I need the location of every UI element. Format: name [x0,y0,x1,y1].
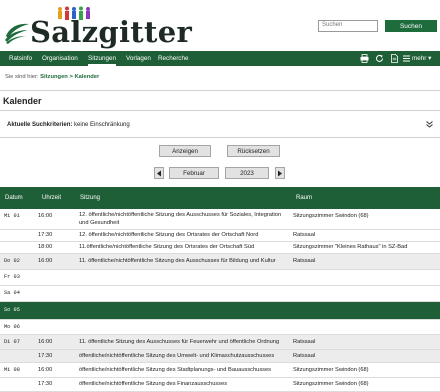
show-button[interactable]: Anzeigen [159,145,211,157]
double-chevron-down-icon[interactable] [425,120,434,129]
nav-item-vorlagen[interactable]: Vorlagen [126,51,151,66]
row-subject[interactable]: 12. öffentliche/nichtöffentliche Sitzung… [79,212,284,227]
breadcrumb-separator: > [69,74,73,80]
row-time: 17:30 [38,353,53,359]
criteria-label: Aktuelle Suchkriterien: [7,122,73,128]
row-day: So 05 [4,307,20,313]
table-row[interactable]: 18:00 11.öffentliche/nichtöffentliche Si… [0,242,440,254]
row-day: Mi 08 [4,367,20,373]
table-row[interactable]: 17:30 öffentliche/nichtöffentliche Sitzu… [0,350,440,363]
year-select[interactable]: 2023 [225,167,269,179]
divider [0,137,440,138]
row-subject[interactable]: öffentliche/nichtöffentliche Sitzung des… [79,381,284,389]
column-header-sitzung[interactable]: Sitzung [80,195,100,201]
search-criteria: Aktuelle Suchkriterien: keine Einschränk… [7,122,130,128]
nav-item-sitzungen[interactable]: Sitzungen [88,51,117,66]
row-room: Sitzungszimmer Swindon (68) [293,381,369,387]
column-header-datum[interactable]: Datum [5,195,23,201]
row-room: Sitzungszimmer Swindon (68) [293,213,369,219]
row-time: 18:00 [38,244,53,250]
row-day: Fr 03 [4,274,20,280]
main-nav: Ratsinfo Organisation Sitzungen Vorlagen… [0,51,440,66]
row-subject[interactable]: öffentliche/nichtöffentliche Sitzung des… [79,367,284,375]
document-icon[interactable] [390,54,399,63]
table-row[interactable]: Di 07 16:00 11. öffentliche Sitzung des … [0,335,440,350]
site-logo-text[interactable]: Salzgitter [30,17,192,47]
row-day: Mi 01 [4,213,20,219]
row-room: Sitzungszimmer Swindon (68) [293,367,369,373]
search-input[interactable]: Suchen [318,20,378,32]
nav-more[interactable]: mehr ▾ [412,51,431,66]
column-header-uhrzeit[interactable]: Uhrzeit [42,195,61,201]
reset-button[interactable]: Rücksetzen [227,145,280,157]
row-day: Di 07 [4,339,20,345]
table-row[interactable]: Mi 01 16:00 12. öffentliche/nichtöffentl… [0,209,440,230]
refresh-icon[interactable] [375,54,384,63]
nav-item-organisation[interactable]: Organisation [42,51,78,66]
arrow-right-icon [278,170,282,176]
row-time: 16:00 [38,367,53,373]
breadcrumb-prefix: Sie sind hier: [5,74,39,80]
row-subject[interactable]: 11. öffentliche/nichtöffentliche Sitzung… [79,258,284,266]
criteria-value: keine Einschränkung [74,122,130,128]
row-time: 16:00 [38,339,53,345]
breadcrumb: Sie sind hier: Sitzungen > Kalender [5,74,99,80]
nav-item-recherche[interactable]: Recherche [158,51,188,66]
table-header: Datum Uhrzeit Sitzung Raum [0,187,440,209]
table-row: Mo 06 [0,320,440,335]
row-time: 17:30 [38,381,53,387]
menu-icon[interactable] [402,54,411,63]
page-title: Kalender [3,96,42,106]
divider [0,90,440,91]
row-day: Do 02 [4,258,20,264]
nav-item-ratsinfo[interactable]: Ratsinfo [9,51,32,66]
table-row[interactable]: 17:30 öffentliche/nichtöffentliche Sitzu… [0,378,440,392]
divider [0,110,440,111]
row-subject[interactable]: 11. öffentliche Sitzung des Ausschusses … [79,339,284,347]
site-header: Salzgitter Suchen Suchen [0,0,440,50]
row-room: Ratssaal [293,258,316,264]
table-row: Fr 03 [0,270,440,286]
row-room: Ratssaal [293,353,316,359]
search-button[interactable]: Suchen [385,20,437,32]
column-header-raum[interactable]: Raum [296,195,312,201]
month-select[interactable]: Februar [169,167,219,179]
logo-leaf-icon [5,23,29,44]
nav-more-label: mehr [412,55,427,62]
row-time: 16:00 [38,213,53,219]
row-room: Ratssaal [293,339,316,345]
row-day: Mo 06 [4,324,20,330]
prev-month-button[interactable] [154,167,164,179]
row-room: Sitzungszimmer "Kleines Rathaus" in SZ-B… [293,244,408,250]
table-row[interactable]: Do 02 16:00 11. öffentliche/nichtöffentl… [0,254,440,270]
next-month-button[interactable] [275,167,285,179]
breadcrumb-link-sitzungen[interactable]: Sitzungen [40,74,68,80]
chevron-down-icon: ▾ [428,55,432,62]
print-icon[interactable] [360,54,369,63]
table-row[interactable]: 17:30 12. öffentliche/nichtöffentliche S… [0,230,440,242]
row-time: 16:00 [38,258,53,264]
row-time: 17:30 [38,232,53,238]
row-subject[interactable]: 12. öffentliche/nichtöffentliche Sitzung… [79,232,284,240]
row-subject[interactable]: 11.öffentliche/nichtöffentliche Sitzung … [79,244,284,252]
row-day: Sa 04 [4,290,20,296]
table-row: Sa 04 [0,286,440,302]
arrow-left-icon [157,170,161,176]
table-row: So 05 [0,302,440,320]
row-subject[interactable]: öffentliche/nichtöffentliche Sitzung des… [79,353,284,361]
table-row[interactable]: Mi 08 16:00 öffentliche/nichtöffentliche… [0,363,440,378]
row-room: Ratssaal [293,232,316,238]
breadcrumb-current: Kalender [74,74,100,80]
